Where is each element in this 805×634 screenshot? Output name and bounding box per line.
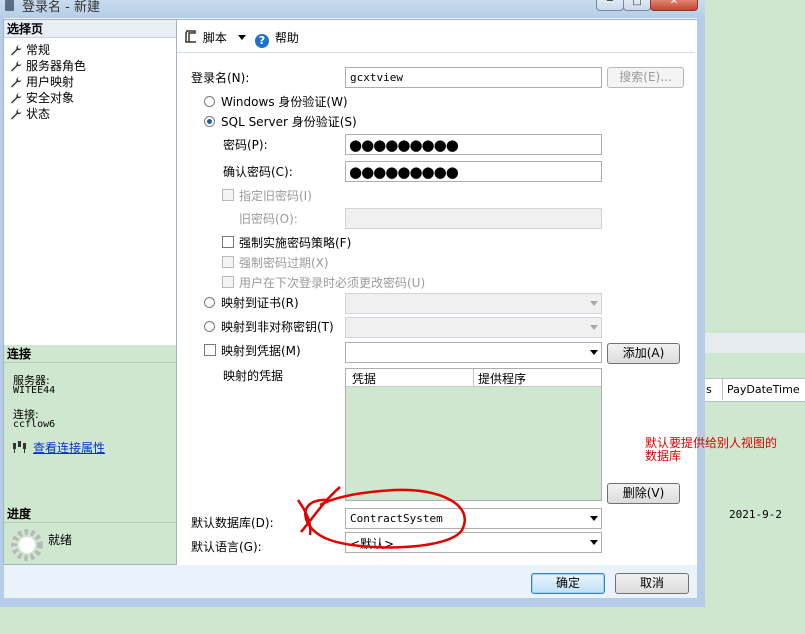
annotation-drawing	[296, 486, 466, 549]
